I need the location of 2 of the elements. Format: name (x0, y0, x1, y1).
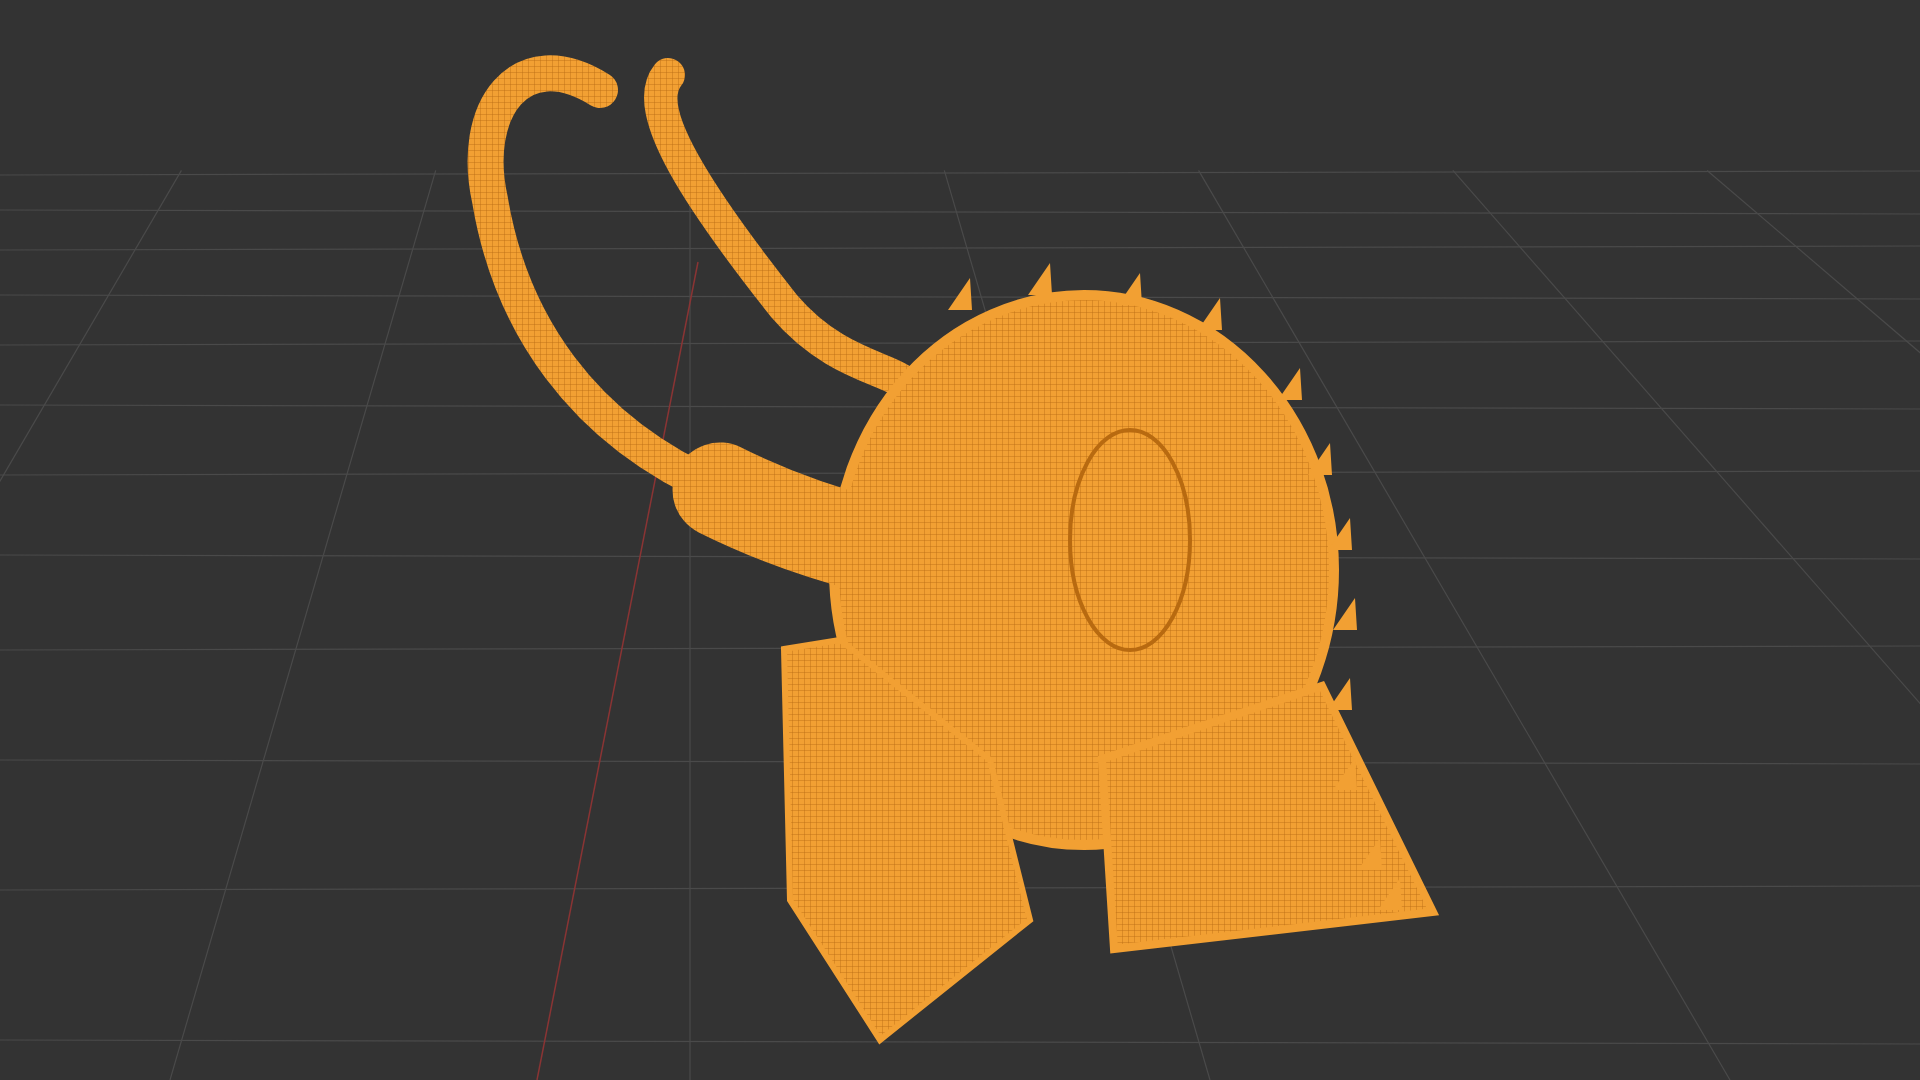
3d-viewport[interactable] (0, 0, 1920, 1080)
helmet-wireframe-drawing[interactable] (467, 55, 1440, 1045)
